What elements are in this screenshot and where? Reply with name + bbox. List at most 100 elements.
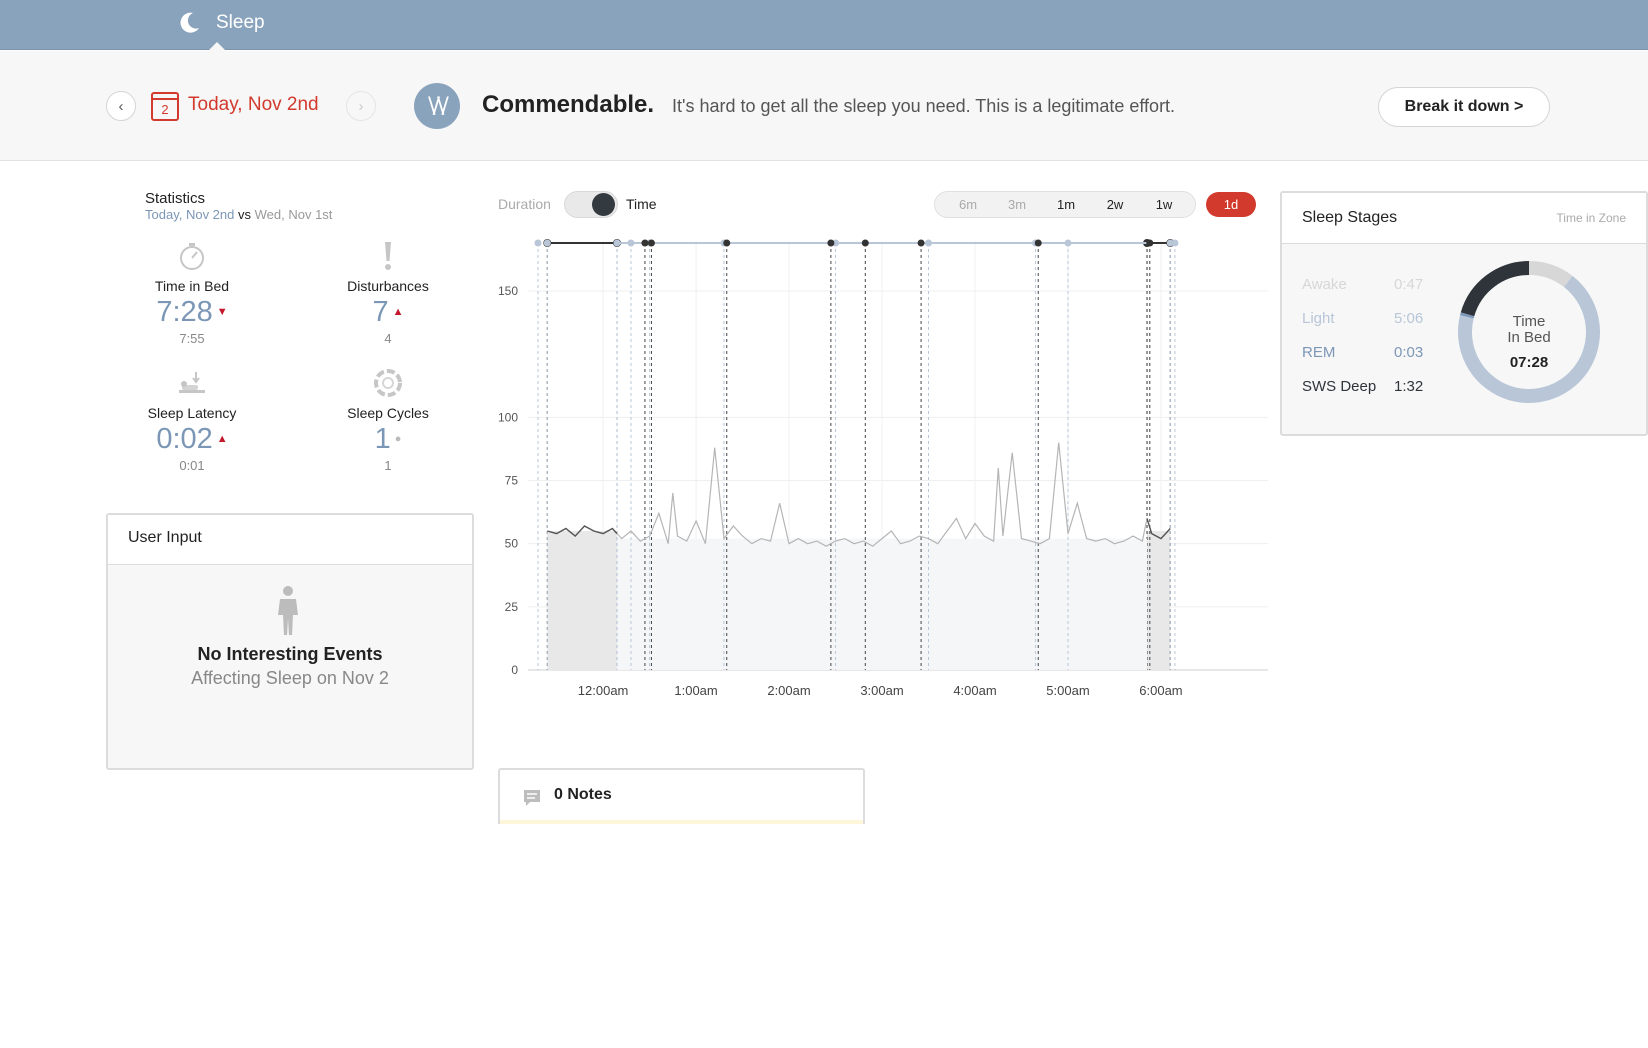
notes-panel[interactable]: 0 Notes — [498, 768, 865, 824]
stat-value: 7:28 ▼ — [156, 296, 228, 328]
trend-up-icon: ▲ — [392, 306, 404, 318]
stage-segment-dot — [917, 239, 925, 247]
range-6m-button[interactable]: 6m — [946, 192, 990, 217]
break-it-down-button[interactable]: Break it down > — [1378, 87, 1550, 127]
stat-value: 7 ▲ — [372, 296, 404, 328]
time-label[interactable]: Time — [626, 196, 657, 212]
exclamation-icon — [385, 242, 391, 270]
deep-sleep-region — [547, 531, 618, 670]
awake-segment-dot — [627, 239, 635, 247]
donut-segment-deep — [1460, 261, 1530, 317]
range-2w-button[interactable]: 2w — [1093, 192, 1137, 217]
sleep-verdict: Commendable. — [482, 91, 655, 118]
no-events-title: No Interesting Events — [197, 644, 383, 664]
heart-rate-sleep-chart: 0 25 50 75 100 150 12:00am 1:00am 2:00am 3:00am 4:… — [498, 239, 1268, 698]
stat-previous: 0:01 — [179, 458, 205, 473]
stage-row-awake: Awake 0:47 — [1302, 276, 1434, 293]
vs-label: vs — [238, 207, 251, 222]
range-1w-button[interactable]: 1w — [1142, 192, 1186, 217]
sleep-stages-panel: Sleep Stages Time in Zone Awake 0:47 Ligh… — [1280, 191, 1648, 436]
trend-up-icon: ▲ — [216, 433, 228, 445]
brand-logo-icon: \/\/ — [414, 83, 460, 129]
stage-row-rem: REM 0:03 — [1302, 344, 1434, 361]
stat-sleep-cycles: Sleep Cycles 1 ● 1 — [298, 367, 478, 473]
awake-segment-dot — [613, 239, 621, 247]
chevron-left-icon: ‹ — [118, 97, 124, 115]
range-1m-button[interactable]: 1m — [1044, 192, 1088, 217]
awake-segment-dot — [543, 239, 551, 247]
y-tick-label: 100 — [498, 410, 518, 424]
stage-value: 0:03 — [1394, 344, 1424, 361]
date-label[interactable]: Today, Nov 2nd — [188, 94, 319, 116]
donut-label-2: In Bed — [1507, 329, 1550, 346]
x-tick-label: 5:00am — [1046, 683, 1089, 698]
stage-name: REM — [1302, 344, 1336, 361]
bed-icon — [179, 372, 205, 393]
stage-segment-dot — [647, 239, 655, 247]
statistics-comparison: Today, Nov 2nd vs Wed, Nov 1st — [145, 207, 332, 222]
duration-label[interactable]: Duration — [498, 196, 551, 212]
prev-day-button[interactable]: ‹ — [106, 91, 136, 121]
chevron-right-icon: › — [358, 97, 364, 115]
sleep-stages-subtitle: Time in Zone — [1556, 211, 1626, 225]
stat-time-in-bed: Time in Bed 7:28 ▼ 7:55 — [102, 240, 282, 346]
cycle-icon — [374, 369, 402, 397]
x-tick-label: 12:00am — [578, 683, 629, 698]
stat-label: Disturbances — [347, 278, 429, 294]
stage-row-light: Light 5:06 — [1302, 310, 1434, 327]
y-tick-label: 150 — [498, 284, 518, 298]
awake-segment-dot — [1064, 239, 1072, 247]
app-bar: Sleep — [0, 0, 1648, 51]
stage-value: 5:06 — [1394, 310, 1424, 327]
time-in-bed-donut: Time In Bed 07:28 — [1458, 261, 1600, 403]
stat-value: 1 ● — [374, 423, 402, 455]
y-tick-label: 25 — [505, 600, 519, 614]
sleep-stages-title: Sleep Stages — [1302, 209, 1398, 226]
stage-segment-dot — [723, 239, 731, 247]
awake-segment-dot — [534, 239, 542, 247]
trend-down-icon: ▼ — [216, 306, 228, 318]
stopwatch-icon — [180, 243, 204, 270]
x-tick-label: 3:00am — [860, 683, 903, 698]
notes-highlight — [500, 820, 863, 824]
stat-previous: 4 — [384, 331, 392, 346]
x-tick-label: 2:00am — [767, 683, 810, 698]
stage-name: Light — [1302, 310, 1335, 327]
no-events-subtitle: Affecting Sleep on Nov 2 — [191, 668, 389, 688]
range-3m-button[interactable]: 3m — [995, 192, 1039, 217]
next-day-button[interactable]: › — [346, 91, 376, 121]
duration-time-toggle[interactable] — [564, 191, 618, 218]
y-tick-label: 50 — [505, 537, 519, 551]
stat-value: 0:02 ▲ — [156, 423, 228, 455]
stage-segment-dot — [641, 239, 649, 247]
stage-segment-dot — [827, 239, 835, 247]
notes-count: 0 Notes — [554, 786, 612, 803]
donut-value: 07:28 — [1510, 354, 1548, 371]
user-input-title: User Input — [108, 515, 472, 565]
calendar-icon[interactable]: 2 — [151, 92, 179, 121]
stat-label: Sleep Cycles — [347, 405, 429, 421]
x-tick-label: 6:00am — [1139, 683, 1182, 698]
current-date[interactable]: Today, Nov 2nd — [145, 207, 234, 222]
compare-date[interactable]: Wed, Nov 1st — [255, 207, 333, 222]
comment-icon — [524, 790, 540, 806]
stat-previous: 7:55 — [179, 331, 205, 346]
heart-rate-line — [547, 442, 1171, 547]
stat-label: Time in Bed — [154, 278, 230, 294]
app-title[interactable]: Sleep — [216, 12, 265, 34]
calendar-day: 2 — [161, 102, 169, 117]
sleep-summary-header: ‹ 2 Today, Nov 2nd › \/\/ Commendable. I… — [0, 51, 1648, 161]
active-tab-indicator — [208, 42, 226, 51]
donut-label-1: Time — [1513, 313, 1546, 330]
stage-segment-dot — [861, 239, 869, 247]
user-input-panel: User Input No Interesting Events Affecti… — [106, 513, 474, 770]
stage-value: 1:32 — [1394, 378, 1424, 395]
awake-segment-dot — [925, 239, 933, 247]
stage-name: Awake — [1302, 276, 1347, 293]
y-tick-label: 0 — [511, 663, 518, 677]
donut-segment-rem — [1460, 312, 1475, 319]
x-tick-label: 4:00am — [953, 683, 996, 698]
range-1d-button[interactable]: 1d — [1206, 192, 1256, 217]
stage-segment-dot — [1034, 239, 1042, 247]
deep-sleep-region — [1147, 531, 1171, 670]
